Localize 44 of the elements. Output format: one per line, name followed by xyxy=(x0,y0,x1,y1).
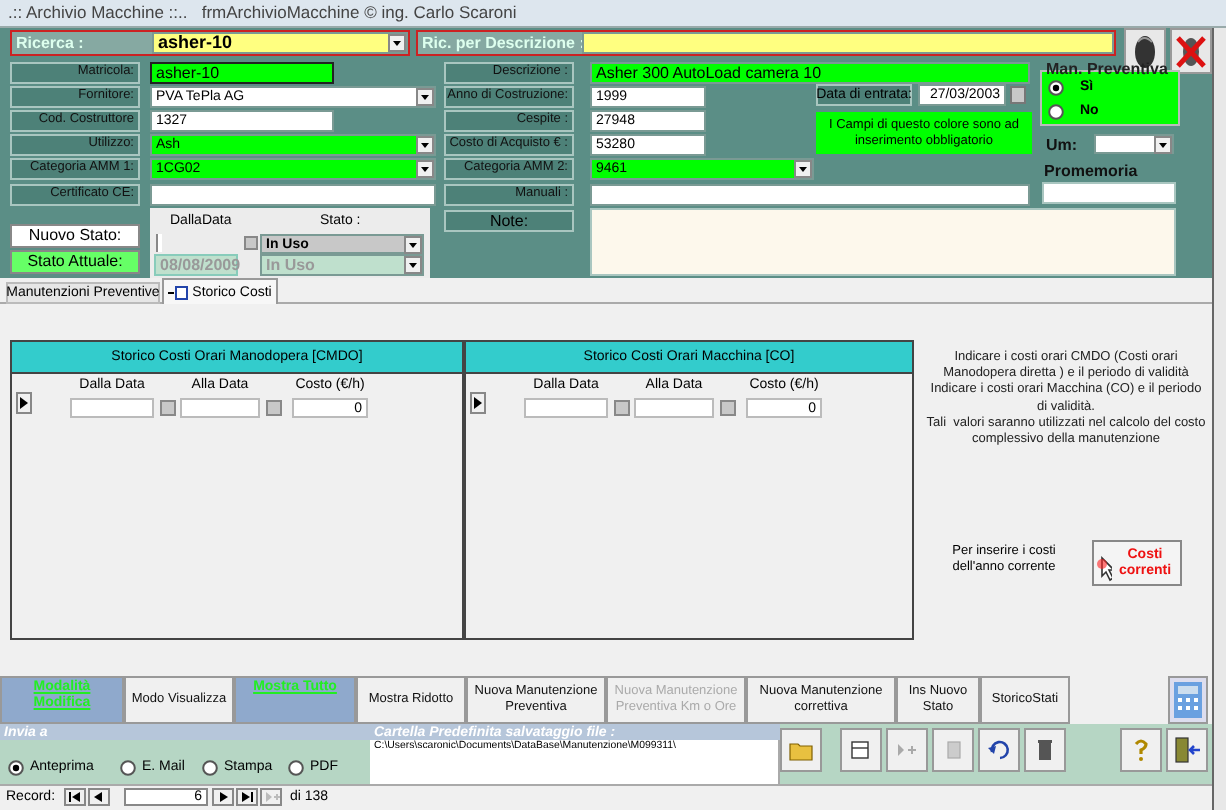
delete-button[interactable] xyxy=(1170,28,1212,74)
delete-record-button[interactable] xyxy=(1024,728,1066,772)
folder-button[interactable] xyxy=(780,728,822,772)
input-field[interactable] xyxy=(150,184,436,206)
calculator-button[interactable] xyxy=(1168,676,1208,724)
exit-button[interactable] xyxy=(1166,728,1208,772)
record-selector-icon[interactable] xyxy=(16,392,32,414)
previous-record-button[interactable] xyxy=(88,788,110,806)
new-status-label: Nuovo Stato: xyxy=(10,224,140,248)
input-field[interactable] xyxy=(70,398,154,418)
first-record-button[interactable] xyxy=(64,788,86,806)
table-icon xyxy=(168,285,189,299)
search-label: Ricerca : xyxy=(16,32,86,54)
radio-button[interactable] xyxy=(288,760,304,776)
calendar-button[interactable] xyxy=(1010,86,1026,104)
help-button[interactable] xyxy=(1120,728,1162,772)
last-record-button[interactable] xyxy=(236,788,258,806)
input-field[interactable] xyxy=(524,398,608,418)
radio-button[interactable] xyxy=(202,760,218,776)
date-field[interactable] xyxy=(156,234,162,252)
reminder-field[interactable] xyxy=(1042,182,1176,204)
search-combo[interactable]: asher-10 xyxy=(152,32,408,54)
current-date-field: 08/08/2009 xyxy=(154,254,238,276)
note-field[interactable] xyxy=(590,208,1176,276)
next-record-button[interactable] xyxy=(212,788,234,806)
radio-button[interactable] xyxy=(8,760,24,776)
undo-button[interactable] xyxy=(978,728,1020,772)
window-title: .:: Archivio Macchine ::.. frmArchivioMacchine © ing. Carlo Scaroni xyxy=(0,0,1226,28)
current-status-label: Stato Attuale: xyxy=(10,250,140,274)
reminder-label: Promemoria xyxy=(1044,164,1140,182)
input-field[interactable]: Asher 300 AutoLoad camera 10 xyxy=(590,62,1030,84)
radio-button[interactable] xyxy=(1048,80,1064,96)
input-field[interactable] xyxy=(590,184,1030,206)
input-field[interactable] xyxy=(634,398,714,418)
record-selector-icon[interactable] xyxy=(470,392,486,414)
um-label: Um: xyxy=(1046,138,1080,156)
input-field[interactable]: asher-10 xyxy=(150,62,334,84)
input-field[interactable] xyxy=(180,398,260,418)
description-search-field[interactable] xyxy=(582,32,1114,54)
new-record-button[interactable] xyxy=(840,728,882,772)
radio-button[interactable] xyxy=(120,760,136,776)
radio-button[interactable] xyxy=(1048,104,1064,120)
note-label: Note: xyxy=(444,210,574,232)
pointer-cursor-icon xyxy=(1094,556,1112,584)
